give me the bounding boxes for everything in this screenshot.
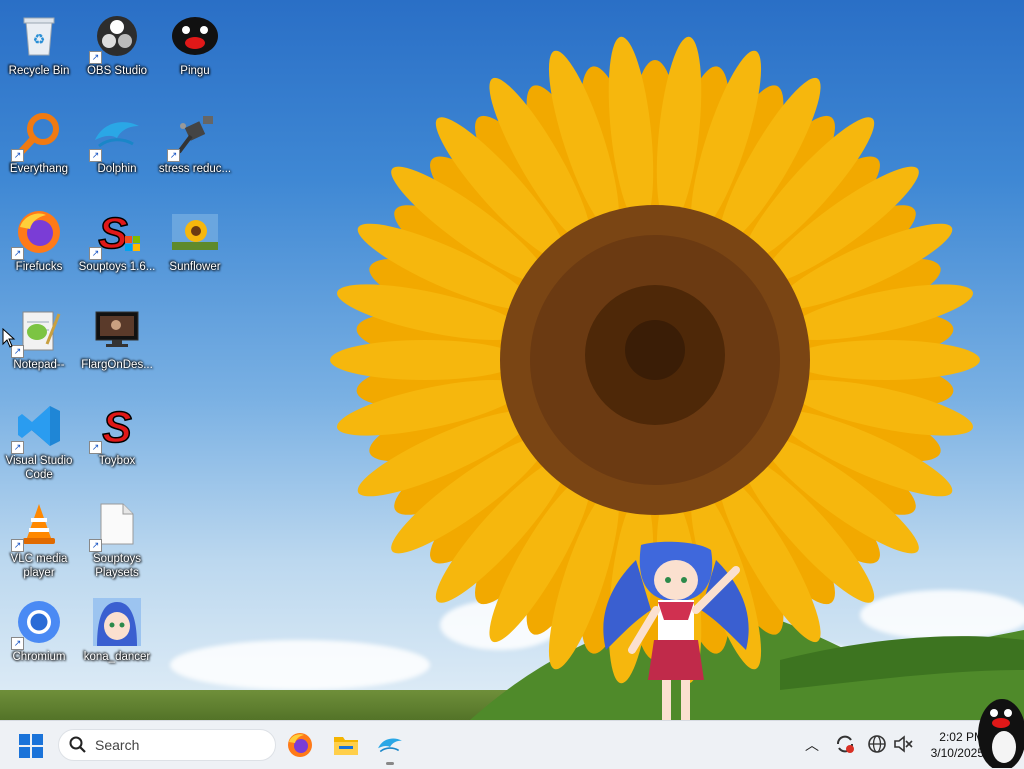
- blank-file-icon: [100, 503, 134, 545]
- shortcut-arrow-icon: ↗: [89, 247, 102, 260]
- shortcut-arrow-icon: ↗: [11, 247, 24, 260]
- icon-label: OBS Studio: [86, 65, 148, 77]
- icon-label: stress reduc...: [158, 163, 232, 175]
- shortcut-arrow-icon: ↗: [89, 51, 102, 64]
- taskbar-clock[interactable]: 2:02 PM 3/10/2025: [920, 729, 984, 761]
- pingu-corner-sprite[interactable]: [976, 695, 1024, 768]
- update-sync-icon[interactable]: [834, 733, 856, 755]
- shortcut-arrow-icon: ↗: [11, 637, 24, 650]
- desktop-icon-souptoys[interactable]: S ↗ Souptoys 1.6...: [78, 200, 156, 296]
- icon-label: Chromium: [12, 651, 66, 663]
- mouse-cursor-icon: [2, 328, 16, 348]
- icon-label: Toybox: [98, 455, 136, 467]
- file-explorer-icon: [334, 737, 358, 755]
- icon-label: Recycle Bin: [8, 65, 70, 77]
- taskbar-app-firefox[interactable]: [284, 729, 316, 761]
- search-icon: [69, 736, 86, 753]
- taskbar: Search ︿ 2:02 PM 3/10/2025: [0, 720, 1024, 769]
- icon-label: Souptoys Playsets: [93, 553, 141, 579]
- search-label: Search: [95, 737, 140, 753]
- desktop-icon-recycle-bin[interactable]: ♻ Recycle Bin: [0, 4, 78, 100]
- icon-label: Dolphin: [97, 163, 137, 175]
- shortcut-arrow-icon: ↗: [89, 441, 102, 454]
- shortcut-arrow-icon: ↗: [89, 539, 102, 552]
- sunflower-image-icon: [172, 214, 218, 250]
- icon-label: kona_dancer: [83, 651, 151, 663]
- svg-text:S: S: [98, 209, 127, 256]
- desktop-icon-kona-dancer[interactable]: kona_dancer: [78, 590, 156, 686]
- pingu-icon: [172, 17, 218, 55]
- desktop-icon-obs-studio[interactable]: ↗ OBS Studio: [78, 4, 156, 100]
- kona-anime-icon: [93, 598, 141, 646]
- desktop-icon-dolphin[interactable]: ↗ Dolphin: [78, 102, 156, 198]
- desktop[interactable]: ♻ Recycle Bin ↗ OBS Studio Pingu ↗ Every…: [0, 0, 1024, 720]
- desktop-icon-everythang[interactable]: ↗ Everythang: [0, 102, 78, 198]
- sunflower-petal: [790, 340, 980, 380]
- shortcut-arrow-icon: ↗: [167, 149, 180, 162]
- recycle-bin-icon: ♻: [23, 17, 55, 56]
- show-hidden-icons-chevron-icon[interactable]: ︿: [805, 735, 819, 755]
- taskbar-app-dolphin[interactable]: [374, 729, 406, 765]
- desktop-icon-stress-reduc[interactable]: ↗ stress reduc...: [156, 102, 234, 198]
- clock-date: 3/10/2025: [930, 746, 984, 760]
- icon-label: Firefucks: [15, 261, 63, 273]
- desktop-icon-flargondes[interactable]: FlargOnDes...: [78, 298, 156, 394]
- icon-label: Pingu: [180, 65, 210, 77]
- clock-time: 2:02 PM: [939, 730, 984, 744]
- shortcut-arrow-icon: ↗: [89, 149, 102, 162]
- icon-label: Souptoys 1.6...: [78, 261, 156, 273]
- icon-label: Sunflower: [169, 261, 221, 273]
- taskbar-app-file-explorer[interactable]: [330, 729, 362, 761]
- dolphin-emulator-icon: [95, 122, 139, 148]
- vlc-cone-icon: [23, 504, 55, 544]
- desktop-icon-pingu[interactable]: Pingu: [156, 4, 234, 100]
- icon-label: VLC media player: [10, 553, 68, 579]
- shortcut-arrow-icon: ↗: [11, 539, 24, 552]
- running-indicator: [386, 762, 394, 765]
- icon-label: Visual Studio Code: [5, 455, 73, 481]
- desktop-icon-vlc[interactable]: ↗ VLC media player: [0, 492, 78, 588]
- monitor-icon: [95, 311, 139, 347]
- svg-text:S: S: [102, 403, 131, 450]
- desktop-icon-visual-studio-code[interactable]: ↗ Visual Studio Code: [0, 394, 78, 490]
- speaker-muted-icon[interactable]: [892, 733, 914, 755]
- desktop-icon-chromium[interactable]: ↗ Chromium: [0, 590, 78, 686]
- windows-start-icon[interactable]: [18, 733, 44, 759]
- dolphin-icon: [378, 738, 402, 753]
- icon-label: FlargOnDes...: [81, 359, 153, 371]
- icon-label: Notepad--: [13, 359, 65, 371]
- svg-text:♻: ♻: [33, 31, 46, 47]
- desktop-icon-sunflower[interactable]: Sunflower: [156, 200, 234, 296]
- kona-dancer-sprite[interactable]: [596, 540, 756, 720]
- firefox-icon: [288, 733, 312, 757]
- shortcut-arrow-icon: ↗: [11, 441, 24, 454]
- desktop-icon-toybox[interactable]: S ↗ Toybox: [78, 394, 156, 490]
- desktop-icon-firefucks[interactable]: ↗ Firefucks: [0, 200, 78, 296]
- taskbar-search-box[interactable]: Search: [58, 729, 276, 761]
- desktop-icon-souptoys-playsets[interactable]: ↗ Souptoys Playsets: [78, 492, 156, 588]
- network-globe-icon[interactable]: [866, 733, 888, 755]
- icon-label: Everythang: [9, 163, 69, 175]
- shortcut-arrow-icon: ↗: [11, 149, 24, 162]
- sunflower-petal: [330, 340, 520, 380]
